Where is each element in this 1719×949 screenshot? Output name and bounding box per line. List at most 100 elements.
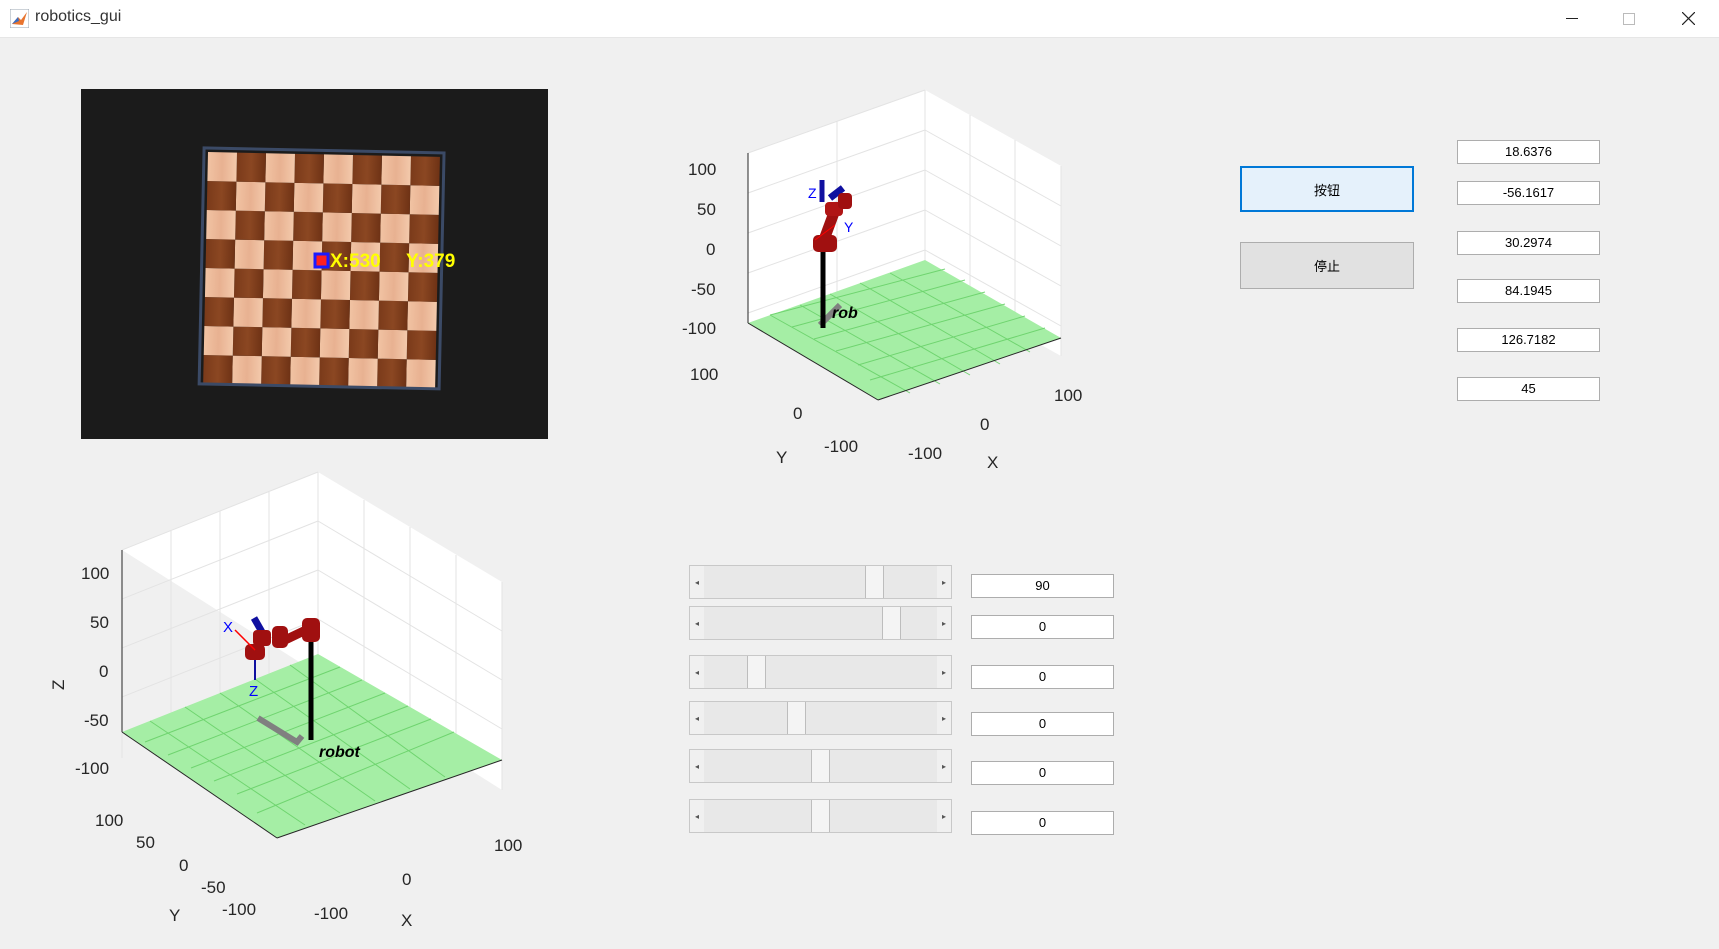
chessboard-square [380,184,411,215]
readout-field[interactable]: 84.1945 [1457,279,1600,303]
chessboard-square [204,296,234,327]
slider-value-field[interactable]: 0 [971,665,1114,689]
robot-plot-top[interactable]: Z Y rob 100 50 0 -50 -100 Z 100 0 -100 Y… [660,80,1100,480]
y-tick: 0 [793,404,802,423]
z-axis-label: Z [660,250,664,260]
chessboard-square [351,184,382,214]
frame-label-y: Y [844,219,854,235]
slider-value-field[interactable]: 90 [971,574,1114,598]
slider-right-arrow-icon[interactable]: ▸ [937,800,951,832]
slider-thumb[interactable] [865,566,884,598]
title-bar: robotics_gui [0,0,1719,38]
joint-slider[interactable]: ◂ ▸ [689,655,952,689]
chessboard-square [320,299,350,329]
chessboard-square [407,272,438,302]
chessboard-square [205,238,236,269]
chessboard-square [352,155,382,185]
chessboard-square [349,271,380,301]
z-tick: 50 [90,613,109,632]
start-button-label: 按钮 [1313,183,1340,199]
slider-left-arrow-icon[interactable]: ◂ [690,656,704,688]
readout-field[interactable]: 126.7182 [1457,328,1600,352]
chessboard-square [235,181,266,212]
chessboard-square [206,180,237,211]
stop-button[interactable]: 停止 [1240,242,1414,289]
chessboard-square [377,329,408,360]
chessboard-square [381,155,411,186]
chessboard-square [232,326,263,357]
chessboard-square [265,153,295,183]
y-axis-label: Y [776,448,787,467]
joint-slider[interactable]: ◂ ▸ [689,565,952,599]
chessboard-square [262,298,292,328]
chessboard-square [406,330,437,360]
joint-slider[interactable]: ◂ ▸ [689,701,952,735]
slider-thumb[interactable] [811,750,830,782]
slider-value-field[interactable]: 0 [971,712,1114,736]
chessboard-square [232,355,262,386]
chessboard-square [322,183,353,214]
slider-thumb[interactable] [882,607,901,639]
x-tick: 100 [1054,386,1082,405]
chessboard-square [348,357,378,388]
chessboard-square [322,212,352,243]
slider-right-arrow-icon[interactable]: ▸ [937,566,951,598]
stop-button-label: 停止 [1313,260,1340,275]
y-tick: 0 [179,856,188,875]
chessboard-square [409,214,439,244]
chessboard-square [290,356,320,387]
chessboard-square [204,267,235,298]
readout-field[interactable]: 18.6376 [1457,140,1600,164]
slider-value-field[interactable]: 0 [971,811,1114,835]
start-button[interactable]: 按钮 [1240,166,1414,212]
chessboard-square [293,182,324,213]
joint-slider[interactable]: ◂ ▸ [689,606,952,640]
z-tick: -100 [682,319,716,338]
joint-slider[interactable]: ◂ ▸ [689,799,952,833]
x-tick: 0 [980,415,989,434]
chessboard-square [293,211,323,242]
z-tick: 0 [99,662,108,681]
joint-slider[interactable]: ◂ ▸ [689,749,952,783]
z-tick: -50 [84,711,109,730]
slider-value-field[interactable]: 0 [971,761,1114,785]
slider-thumb[interactable] [787,702,806,734]
close-button[interactable] [1660,0,1716,37]
maximize-button[interactable] [1601,0,1657,37]
slider-thumb[interactable] [747,656,766,688]
frame-label-z: Z [249,683,258,700]
chessboard-square [323,154,353,185]
chessboard-square [351,213,381,243]
z-tick: -50 [691,280,716,299]
chessboard-square [206,209,236,240]
slider-right-arrow-icon[interactable]: ▸ [937,656,951,688]
slider-right-arrow-icon[interactable]: ▸ [937,702,951,734]
readout-field[interactable]: 30.2974 [1457,231,1600,255]
readout-field[interactable]: -56.1617 [1457,181,1600,205]
chessboard-square [379,242,410,273]
slider-left-arrow-icon[interactable]: ◂ [690,607,704,639]
slider-right-arrow-icon[interactable]: ▸ [937,750,951,782]
slider-right-arrow-icon[interactable]: ▸ [937,607,951,639]
chessboard-square [290,327,321,358]
y-tick: -100 [824,437,858,456]
minimize-button[interactable] [1544,0,1600,37]
slider-left-arrow-icon[interactable]: ◂ [690,750,704,782]
x-tick: -100 [908,444,942,463]
chessboard-square [319,328,350,358]
slider-value-field[interactable]: 0 [971,615,1114,639]
x-tick: 100 [494,836,522,855]
slider-left-arrow-icon[interactable]: ◂ [690,800,704,832]
chessboard-image: X:530 Y:379 [197,146,455,391]
readout-field[interactable]: 45 [1457,377,1600,401]
slider-left-arrow-icon[interactable]: ◂ [690,702,704,734]
y-tick: -100 [222,900,256,919]
slider-left-arrow-icon[interactable]: ◂ [690,566,704,598]
slider-thumb[interactable] [811,800,830,832]
y-tick: -50 [201,878,226,897]
x-axis-label: X [987,453,998,472]
close-icon [1681,12,1695,25]
chessboard-square [264,211,294,241]
robot-plot-bottom[interactable]: X Z robot 100 50 0 -50 -100 Z 100 50 0 -… [40,470,540,940]
x-tick: 0 [402,870,411,889]
